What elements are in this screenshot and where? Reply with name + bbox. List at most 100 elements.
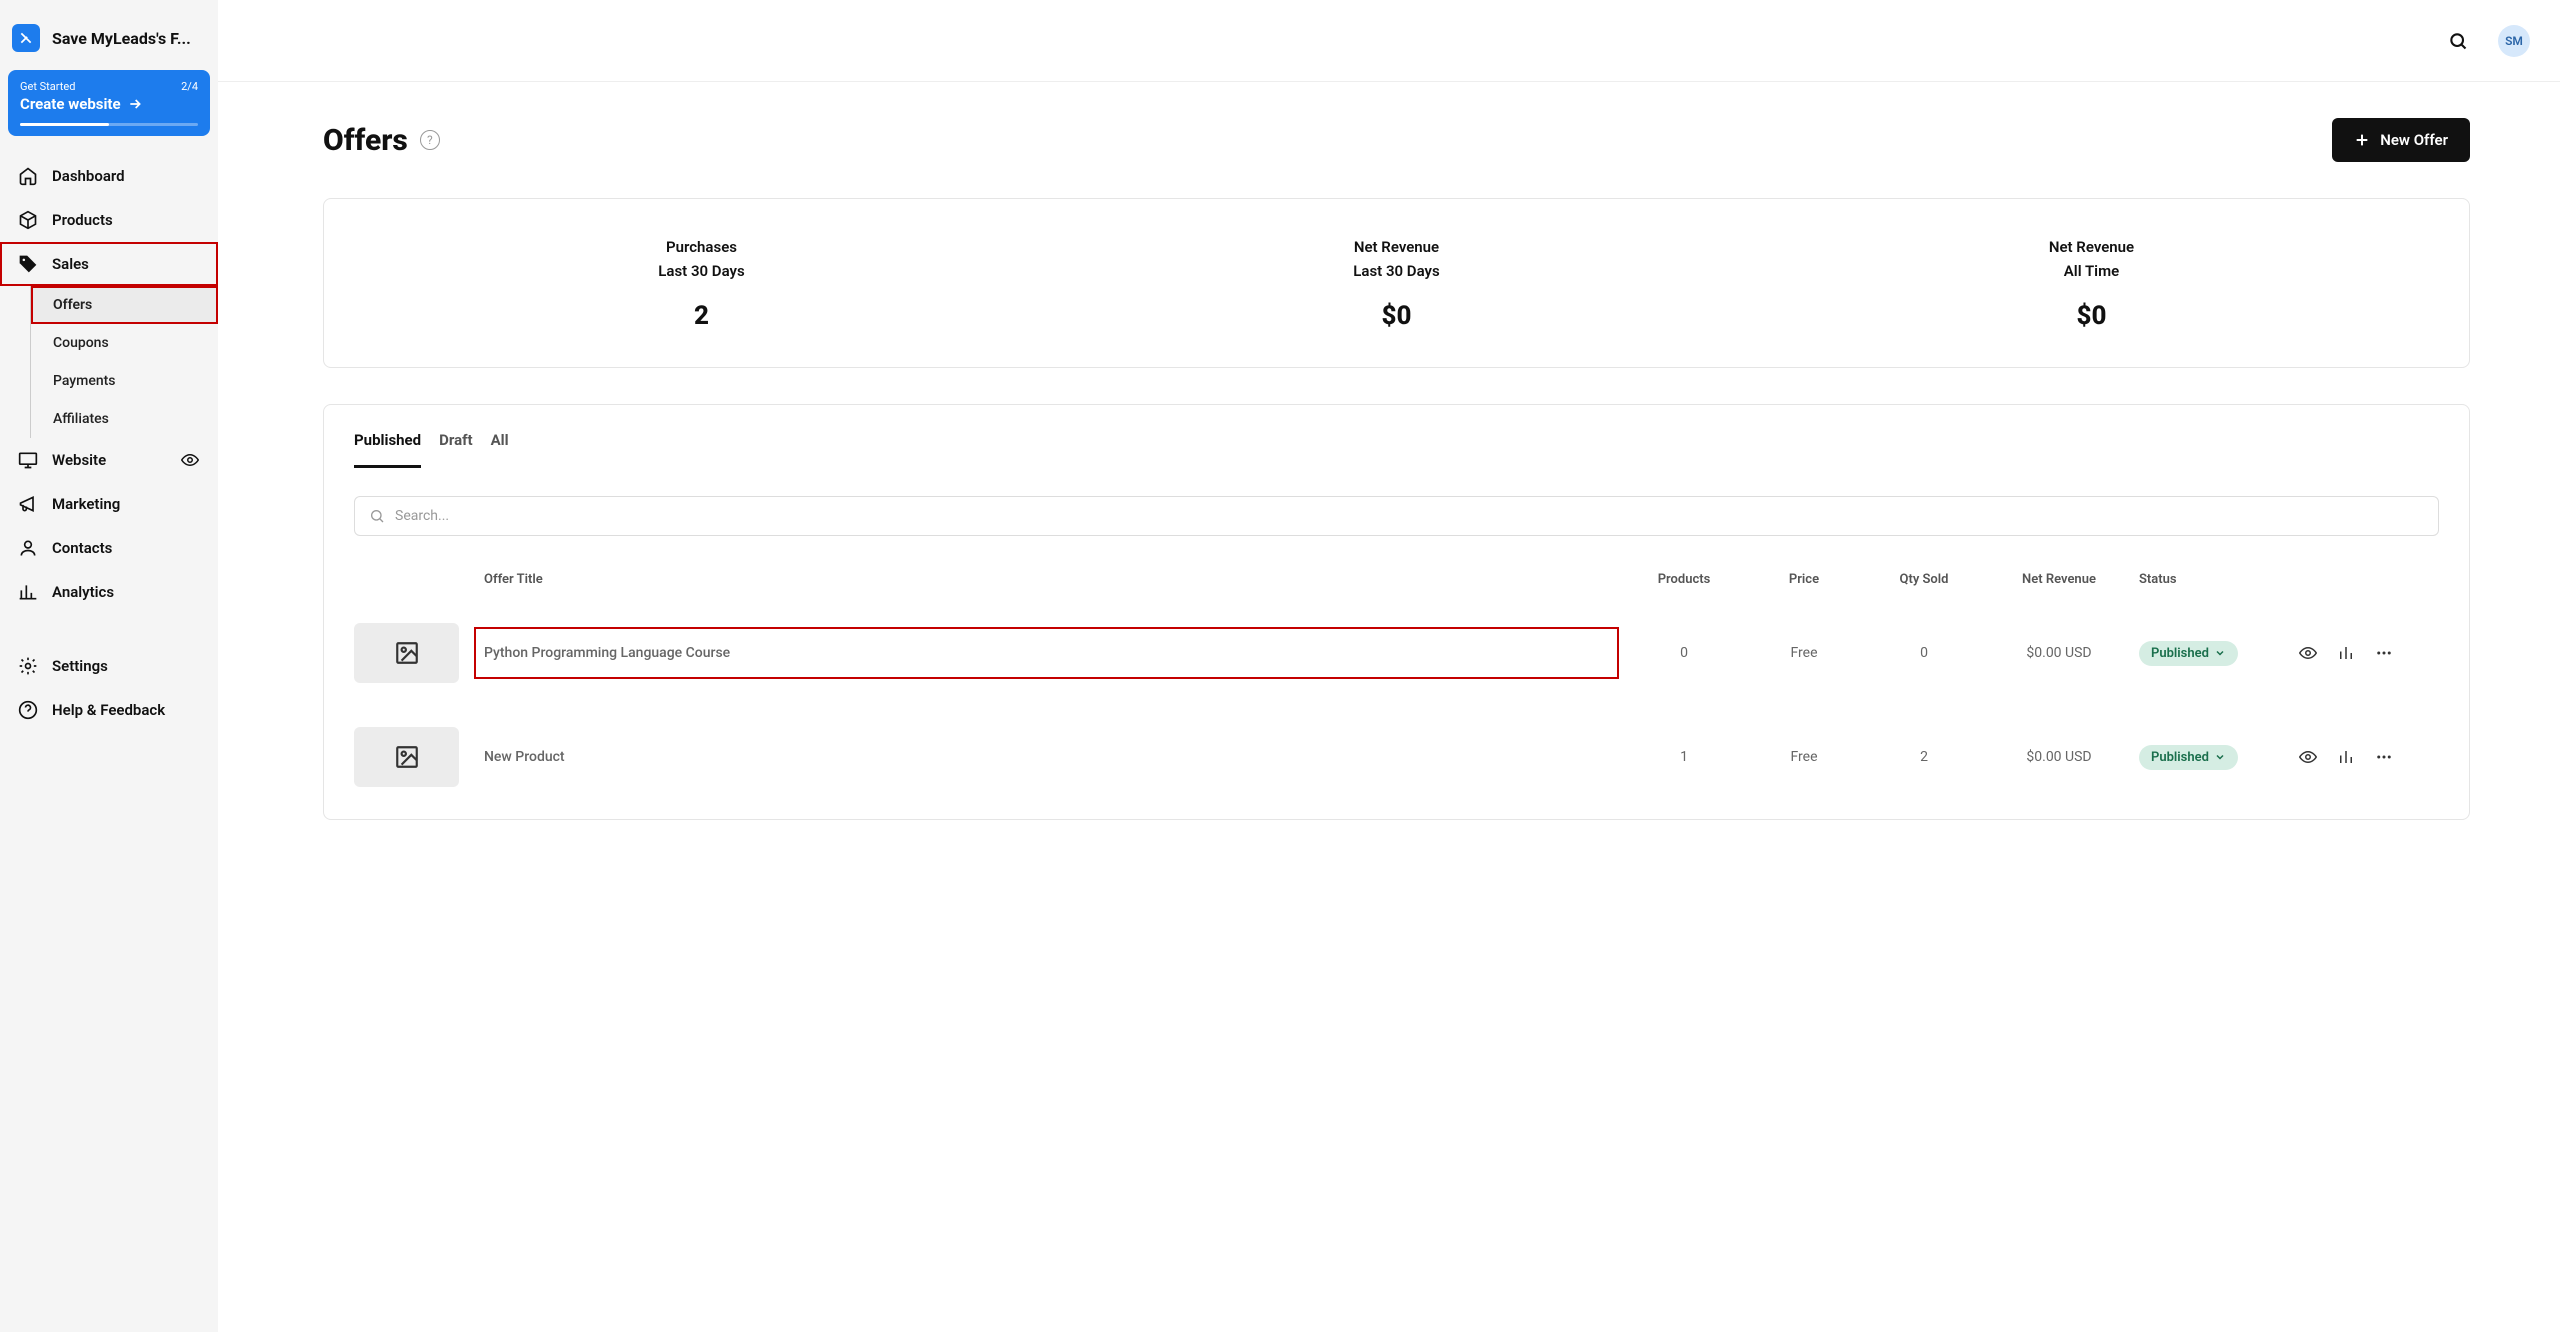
nav-analytics-label: Analytics xyxy=(52,583,114,601)
chevron-down-icon xyxy=(2214,647,2226,659)
arrow-right-icon xyxy=(127,96,143,112)
nav-website[interactable]: Website xyxy=(0,438,218,482)
plus-icon xyxy=(2354,132,2370,148)
image-icon xyxy=(394,744,420,770)
tabs: Published Draft All xyxy=(354,431,2439,468)
box-icon xyxy=(18,210,38,230)
onboarding-card[interactable]: Get Started 2/4 Create website xyxy=(8,70,210,136)
help-icon xyxy=(18,700,38,720)
table-row[interactable]: New Product 1 Free 2 $0.00 USD Published xyxy=(354,705,2439,809)
tab-draft[interactable]: Draft xyxy=(439,431,472,468)
nav-products[interactable]: Products xyxy=(0,198,218,242)
status-badge[interactable]: Published xyxy=(2139,641,2238,666)
nav-contacts[interactable]: Contacts xyxy=(0,526,218,570)
offer-products: 1 xyxy=(1629,749,1739,765)
stats-icon[interactable] xyxy=(2337,748,2355,766)
nav-dashboard-label: Dashboard xyxy=(52,167,125,185)
tag-icon xyxy=(18,254,38,274)
stat-purchases: Purchases Last 30 Days 2 xyxy=(354,235,1049,331)
search-wrap[interactable] xyxy=(354,496,2439,536)
table-row[interactable]: Python Programming Language Course 0 Fre… xyxy=(354,601,2439,705)
nav-settings-label: Settings xyxy=(52,657,108,675)
subnav-payments[interactable]: Payments xyxy=(31,362,218,400)
col-revenue: Net Revenue xyxy=(1989,572,2129,587)
subnav-coupons[interactable]: Coupons xyxy=(31,324,218,362)
gear-icon xyxy=(18,656,38,676)
content: Offers ? New Offer Purchases Last 30 Day… xyxy=(218,82,2560,880)
nav-marketing[interactable]: Marketing xyxy=(0,482,218,526)
nav-contacts-label: Contacts xyxy=(52,539,112,557)
stat-label: Net Revenue xyxy=(1744,235,2439,259)
logo-row: Save MyLeads's F... xyxy=(0,16,218,70)
offer-products: 0 xyxy=(1629,645,1739,661)
status-badge[interactable]: Published xyxy=(2139,745,2238,770)
nav-sales-label: Sales xyxy=(52,255,89,273)
home-icon xyxy=(18,166,38,186)
stat-sublabel: Last 30 Days xyxy=(354,259,1049,283)
search-icon[interactable] xyxy=(2448,31,2468,51)
offer-thumbnail xyxy=(354,623,459,683)
nav-settings[interactable]: Settings xyxy=(0,644,218,688)
stats-icon[interactable] xyxy=(2337,644,2355,662)
offer-price: Free xyxy=(1749,749,1859,765)
offer-revenue: $0.00 USD xyxy=(1989,749,2129,765)
offer-title[interactable]: New Product xyxy=(484,749,1619,765)
offer-qty: 2 xyxy=(1869,749,1979,765)
preview-icon[interactable] xyxy=(2299,748,2317,766)
col-title: Offer Title xyxy=(484,572,1619,587)
onboarding-cta: Create website xyxy=(20,95,121,113)
stat-value: $0 xyxy=(1049,301,1744,331)
nav-products-label: Products xyxy=(52,211,113,229)
subnav-affiliates[interactable]: Affiliates xyxy=(31,400,218,438)
main: SM Offers ? New Offer Purchases Last 30 … xyxy=(218,0,2560,1332)
tab-published[interactable]: Published xyxy=(354,431,421,468)
subnav-offers[interactable]: Offers xyxy=(31,286,218,324)
offer-revenue: $0.00 USD xyxy=(1989,645,2129,661)
nav-help-label: Help & Feedback xyxy=(52,701,165,719)
stat-sublabel: Last 30 Days xyxy=(1049,259,1744,283)
status-text: Published xyxy=(2151,646,2209,661)
megaphone-icon xyxy=(18,494,38,514)
more-icon[interactable] xyxy=(2375,748,2393,766)
sidebar: Save MyLeads's F... Get Started 2/4 Crea… xyxy=(0,0,218,1332)
nav-marketing-label: Marketing xyxy=(52,495,120,513)
offers-table-card: Published Draft All Offer Title Products… xyxy=(323,404,2470,820)
nav-analytics[interactable]: Analytics xyxy=(0,570,218,614)
stats-card: Purchases Last 30 Days 2 Net Revenue Las… xyxy=(323,198,2470,368)
new-offer-button[interactable]: New Offer xyxy=(2332,118,2470,162)
stat-value: 2 xyxy=(354,301,1049,331)
user-icon xyxy=(18,538,38,558)
app-logo[interactable] xyxy=(12,24,40,52)
nav-dashboard[interactable]: Dashboard xyxy=(0,154,218,198)
help-circle-icon[interactable]: ? xyxy=(420,130,440,150)
onboarding-label: Get Started xyxy=(20,80,75,93)
stat-net-revenue-30: Net Revenue Last 30 Days $0 xyxy=(1049,235,1744,331)
stat-label: Net Revenue xyxy=(1049,235,1744,259)
more-icon[interactable] xyxy=(2375,644,2393,662)
col-products: Products xyxy=(1629,572,1739,587)
search-input[interactable] xyxy=(395,508,2424,524)
table-header: Offer Title Products Price Qty Sold Net … xyxy=(354,558,2439,601)
page-title: Offers xyxy=(323,123,408,158)
onboarding-progress: 2/4 xyxy=(181,80,198,93)
status-text: Published xyxy=(2151,750,2209,765)
tab-all[interactable]: All xyxy=(491,431,509,468)
offer-thumbnail xyxy=(354,727,459,787)
offer-price: Free xyxy=(1749,645,1859,661)
eye-icon[interactable] xyxy=(180,450,200,470)
preview-icon[interactable] xyxy=(2299,644,2317,662)
topbar: SM xyxy=(218,0,2560,82)
monitor-icon xyxy=(18,450,38,470)
bar-chart-icon xyxy=(18,582,38,602)
site-title[interactable]: Save MyLeads's F... xyxy=(52,29,191,48)
col-status: Status xyxy=(2139,572,2289,587)
offer-title[interactable]: Python Programming Language Course xyxy=(474,627,1619,679)
stat-sublabel: All Time xyxy=(1744,259,2439,283)
row-actions xyxy=(2299,748,2439,766)
stat-value: $0 xyxy=(1744,301,2439,331)
row-actions xyxy=(2299,644,2439,662)
nav-help[interactable]: Help & Feedback xyxy=(0,688,218,732)
sales-submenu: Offers Coupons Payments Affiliates xyxy=(30,286,218,438)
avatar[interactable]: SM xyxy=(2498,25,2530,57)
nav-sales[interactable]: Sales xyxy=(0,242,218,286)
